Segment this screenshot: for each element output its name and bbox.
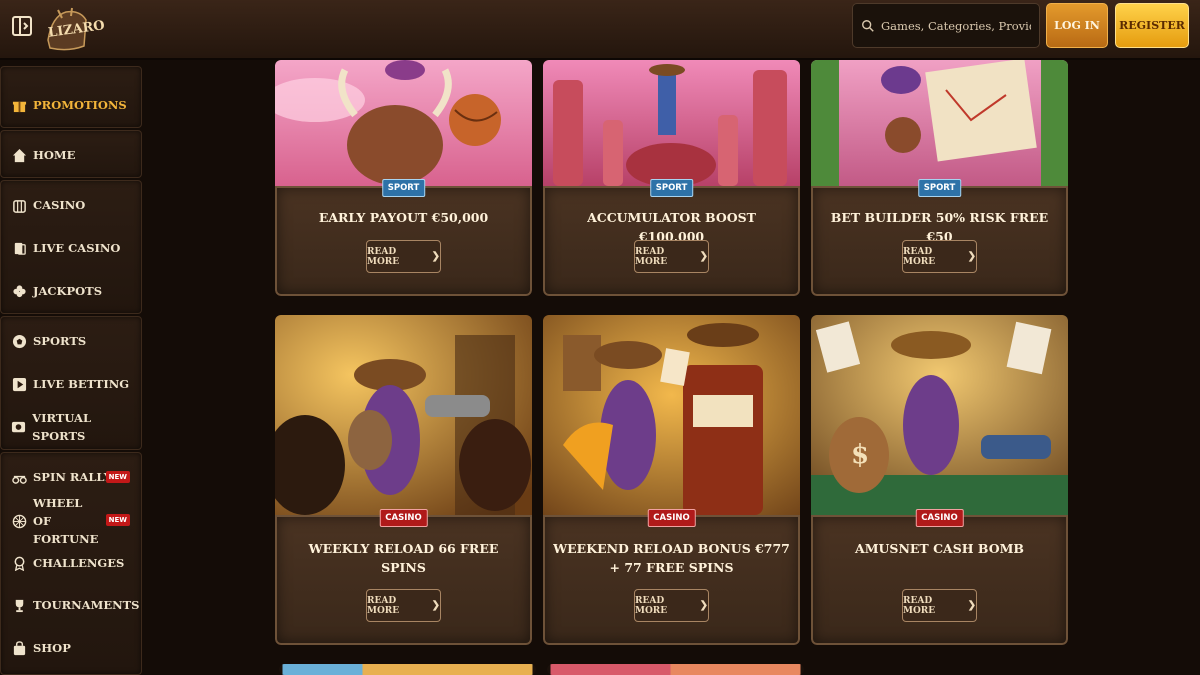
promo-image: $ <box>811 315 1068 515</box>
read-more-button[interactable]: READ MORE ❯ <box>634 589 709 622</box>
search-box[interactable] <box>852 3 1040 48</box>
sport-tag: SPORT <box>649 179 694 197</box>
sidebar-item-live-betting[interactable]: LIVE BETTING <box>0 366 142 402</box>
chevron-right-icon: ❯ <box>967 251 976 262</box>
chevron-right-icon: ❯ <box>699 251 708 262</box>
casino-tag: CASINO <box>379 509 428 527</box>
promo-card[interactable]: CASINO WEEKEND RELOAD BONUS €777 + 77 FR… <box>543 315 800 645</box>
sidebar-item-label: CASINO <box>33 198 86 212</box>
sidebar-item-virtual-sports[interactable]: VIRTUAL SPORTS <box>0 409 142 445</box>
sidebar-item-casino[interactable]: CASINO <box>0 187 142 223</box>
card-panel <box>811 515 1068 645</box>
read-more-label: READ MORE <box>635 595 668 616</box>
sidebar-item-live-casino[interactable]: LIVE CASINO <box>0 230 142 266</box>
sport-tag: SPORT <box>917 179 962 197</box>
casino-icon <box>11 197 27 213</box>
sidebar-item-shop[interactable]: SHOP <box>0 630 142 666</box>
sidebar-item-wheel-of-fortune[interactable]: WHEEL OF FORTUNE NEW <box>0 496 142 546</box>
read-more-label: READ MORE <box>635 246 668 267</box>
medal-icon <box>11 555 27 571</box>
home-icon <box>11 147 27 163</box>
promo-card[interactable]: SPORT ACCUMULATOR BOOST €100,000 READ MO… <box>543 60 800 296</box>
register-button[interactable]: REGISTER <box>1115 3 1189 48</box>
card-title: AMUSNET CASH BOMB <box>855 541 1024 556</box>
read-more-button[interactable]: READ MORE ❯ <box>366 589 441 622</box>
sidebar-toggle-icon[interactable] <box>10 14 34 38</box>
read-more-button[interactable]: READ MORE ❯ <box>902 589 977 622</box>
promo-image <box>543 315 800 515</box>
sidebar-item-label: CHALLENGES <box>33 556 125 570</box>
card-panel <box>275 515 532 645</box>
sidebar-item-home[interactable]: HOME <box>0 137 142 173</box>
promo-image <box>811 60 1068 186</box>
chevron-right-icon: ❯ <box>967 600 976 611</box>
sidebar: PROMOTIONS HOME CASINO LIVE CASINO JACKP… <box>0 66 142 675</box>
wheel-icon <box>11 513 27 529</box>
promo-card[interactable]: CASINO WEEKLY RELOAD 66 FREE SPINS READ … <box>275 315 532 645</box>
login-button[interactable]: LOG IN <box>1046 3 1108 48</box>
play-icon <box>11 376 27 392</box>
sidebar-item-label: SPIN RALLY <box>33 470 112 484</box>
search-input[interactable] <box>881 18 1031 33</box>
promo-image <box>275 60 532 186</box>
promo-image <box>282 664 533 675</box>
search-icon <box>862 19 874 32</box>
card-title: WEEKLY RELOAD 66 FREE SPINS <box>308 541 499 575</box>
promo-image <box>543 60 800 186</box>
ball-icon <box>11 333 27 349</box>
top-header: LIZARO LOG IN REGISTER <box>0 0 1200 60</box>
card-panel <box>543 515 800 645</box>
sidebar-item-tournaments[interactable]: TOURNAMENTS <box>0 587 142 623</box>
card-title: WEEKEND RELOAD BONUS €777 + 77 FREE SPIN… <box>553 541 790 575</box>
promo-card[interactable]: SPORT BET BUILDER 50% RISK FREE €50 READ… <box>811 60 1068 296</box>
read-more-label: READ MORE <box>367 246 400 267</box>
promo-card[interactable]: $ CASINO AMUSNET CASH BOMB READ MORE ❯ <box>811 315 1068 645</box>
chevron-right-icon: ❯ <box>699 600 708 611</box>
sidebar-item-sports[interactable]: SPORTS <box>0 323 142 359</box>
sidebar-item-label: HOME <box>33 148 76 162</box>
sidebar-item-spin-rally[interactable]: SPIN RALLY NEW <box>0 459 142 495</box>
sidebar-item-label: SHOP <box>33 641 71 655</box>
sidebar-item-jackpots[interactable]: JACKPOTS <box>0 273 142 309</box>
sidebar-item-label: SPORTS <box>33 334 87 348</box>
trophy-icon <box>11 597 27 613</box>
logo[interactable]: LIZARO <box>44 6 106 52</box>
bag-icon <box>11 640 27 656</box>
promo-card-partial[interactable] <box>547 664 804 675</box>
virtual-icon <box>11 419 26 435</box>
new-badge: NEW <box>105 471 130 483</box>
chevron-right-icon: ❯ <box>431 600 440 611</box>
read-more-button[interactable]: READ MORE ❯ <box>366 240 441 273</box>
read-more-label: READ MORE <box>903 595 936 616</box>
sidebar-item-label: WHEEL OF FORTUNE <box>33 496 99 546</box>
sidebar-item-label: LIVE BETTING <box>33 377 130 391</box>
card-title: EARLY PAYOUT €50,000 <box>318 210 489 225</box>
sidebar-item-label: LIVE CASINO <box>33 241 121 255</box>
clover-icon <box>11 283 27 299</box>
promo-card-partial[interactable] <box>279 664 536 675</box>
svg-text:$: $ <box>851 440 869 470</box>
sidebar-item-promotions[interactable]: PROMOTIONS <box>0 87 142 123</box>
sidebar-item-label: JACKPOTS <box>33 284 103 298</box>
sidebar-item-challenges[interactable]: CHALLENGES <box>0 545 142 581</box>
promo-card[interactable]: SPORT EARLY PAYOUT €50,000 READ MORE ❯ <box>275 60 532 296</box>
promo-image <box>275 315 532 515</box>
sidebar-item-label: VIRTUAL SPORTS <box>32 411 92 443</box>
rally-icon <box>11 469 27 485</box>
read-more-label: READ MORE <box>367 595 400 616</box>
sidebar-item-label: PROMOTIONS <box>33 98 127 112</box>
sidebar-item-label: TOURNAMENTS <box>33 598 140 612</box>
cards-icon <box>11 240 27 256</box>
gift-icon <box>11 97 27 113</box>
read-more-button[interactable]: READ MORE ❯ <box>902 240 977 273</box>
read-more-label: READ MORE <box>903 246 936 267</box>
sport-tag: SPORT <box>381 179 426 197</box>
chevron-right-icon: ❯ <box>431 251 440 262</box>
promo-image <box>550 664 801 675</box>
read-more-button[interactable]: READ MORE ❯ <box>634 240 709 273</box>
new-badge: NEW <box>105 514 130 526</box>
casino-tag: CASINO <box>915 509 964 527</box>
casino-tag: CASINO <box>647 509 696 527</box>
